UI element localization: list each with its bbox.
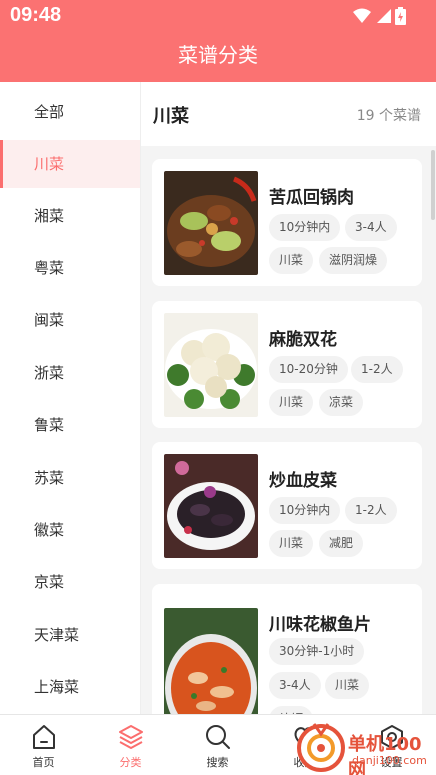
sidebar-item-hunan[interactable]: 湘菜 bbox=[0, 192, 140, 240]
layers-icon bbox=[119, 725, 143, 749]
category-sidebar: 全部 川菜 湘菜 粤菜 闽菜 浙菜 鲁菜 苏菜 徽菜 京菜 天津菜 上海菜 bbox=[0, 82, 140, 714]
app-header: 菜谱分类 bbox=[0, 32, 436, 82]
recipe-tag: 3-4人 bbox=[345, 214, 397, 241]
tab-label: 首页 bbox=[32, 756, 55, 769]
watermark: 单机100网 danji100.com bbox=[290, 720, 436, 775]
recipe-image bbox=[164, 313, 258, 417]
recipe-tag: 滋阴润燥 bbox=[319, 247, 388, 274]
recipe-name: 苦瓜回锅肉 bbox=[269, 188, 354, 208]
recipe-tag: 10-20分钟 bbox=[269, 356, 348, 383]
tab-label: 分类 bbox=[119, 756, 142, 769]
recipe-tag: 减肥 bbox=[319, 530, 364, 557]
sidebar-item-beijing[interactable]: 京菜 bbox=[0, 558, 140, 606]
tab-label: 搜索 bbox=[206, 756, 229, 769]
content-header: 川菜 19 个菜谱 bbox=[140, 82, 436, 146]
sidebar-item-all[interactable]: 全部 bbox=[0, 88, 140, 136]
recipe-tag: 凉菜 bbox=[319, 389, 364, 416]
home-icon bbox=[33, 725, 55, 749]
recipe-tag: 川菜 bbox=[269, 530, 314, 557]
battery-icon bbox=[395, 7, 406, 25]
status-icons bbox=[353, 6, 406, 26]
recipe-tag: 补钙 bbox=[269, 706, 314, 714]
page-title: 菜谱分类 bbox=[178, 43, 258, 67]
recipe-tag: 10分钟内 bbox=[269, 214, 341, 241]
recipe-tag: 10分钟内 bbox=[269, 497, 341, 524]
sidebar-item-fujian[interactable]: 闽菜 bbox=[0, 296, 140, 344]
tab-search[interactable]: 搜索 bbox=[174, 715, 261, 775]
watermark-logo bbox=[297, 723, 345, 772]
recipe-image bbox=[164, 171, 258, 275]
sidebar-item-sichuan[interactable]: 川菜 bbox=[0, 140, 140, 188]
watermark-title: 单机100网 bbox=[348, 734, 422, 775]
recipe-tag: 30分钟-1小时 bbox=[269, 638, 365, 665]
category-title: 川菜 bbox=[153, 106, 189, 127]
recipe-card[interactable]: 麻脆双花 10-20分钟 1-2人 川菜 凉菜 bbox=[152, 301, 422, 428]
recipe-count: 19 个菜谱 bbox=[356, 108, 421, 124]
search-icon bbox=[206, 725, 230, 749]
status-bar: 09:48 bbox=[0, 0, 436, 32]
recipe-name: 麻脆双花 bbox=[269, 330, 337, 350]
recipe-name: 炒血皮菜 bbox=[269, 471, 337, 491]
recipe-name: 川味花椒鱼片 bbox=[269, 615, 371, 635]
sidebar-item-anhui[interactable]: 徽菜 bbox=[0, 506, 140, 554]
recipe-tag: 川菜 bbox=[269, 389, 314, 416]
recipe-card[interactable]: 苦瓜回锅肉 10分钟内 3-4人 川菜 滋阴润燥 bbox=[152, 159, 422, 286]
recipe-image bbox=[164, 608, 258, 714]
recipe-image bbox=[164, 454, 258, 558]
recipe-tag: 川菜 bbox=[269, 247, 314, 274]
tab-category[interactable]: 分类 bbox=[87, 715, 174, 775]
sidebar-item-cantonese[interactable]: 粤菜 bbox=[0, 244, 140, 292]
sidebar-item-tianjin[interactable]: 天津菜 bbox=[0, 611, 140, 659]
sidebar-item-shanghai[interactable]: 上海菜 bbox=[0, 663, 140, 711]
watermark-url: danji100.com bbox=[352, 754, 427, 767]
recipe-tag: 川菜 bbox=[325, 672, 370, 699]
scrollbar[interactable] bbox=[431, 150, 435, 220]
signal-icon bbox=[377, 9, 391, 23]
recipe-list[interactable]: 苦瓜回锅肉 10分钟内 3-4人 川菜 滋阴润燥 麻脆双花 10-20分钟 1-… bbox=[140, 146, 436, 714]
wifi-icon bbox=[353, 8, 371, 23]
tab-home[interactable]: 首页 bbox=[0, 715, 87, 775]
recipe-tag: 3-4人 bbox=[269, 672, 321, 699]
sidebar-item-jiangsu[interactable]: 苏菜 bbox=[0, 454, 140, 502]
recipe-tag: 1-2人 bbox=[351, 356, 403, 383]
recipe-tag: 1-2人 bbox=[345, 497, 397, 524]
status-time: 09:48 bbox=[10, 4, 62, 26]
recipe-card[interactable]: 川味花椒鱼片 30分钟-1小时 3-4人 川菜 补钙 bbox=[152, 584, 422, 714]
sidebar-item-zhejiang[interactable]: 浙菜 bbox=[0, 349, 140, 397]
sidebar-item-shandong[interactable]: 鲁菜 bbox=[0, 401, 140, 449]
recipe-card[interactable]: 炒血皮菜 10分钟内 1-2人 川菜 减肥 bbox=[152, 442, 422, 569]
